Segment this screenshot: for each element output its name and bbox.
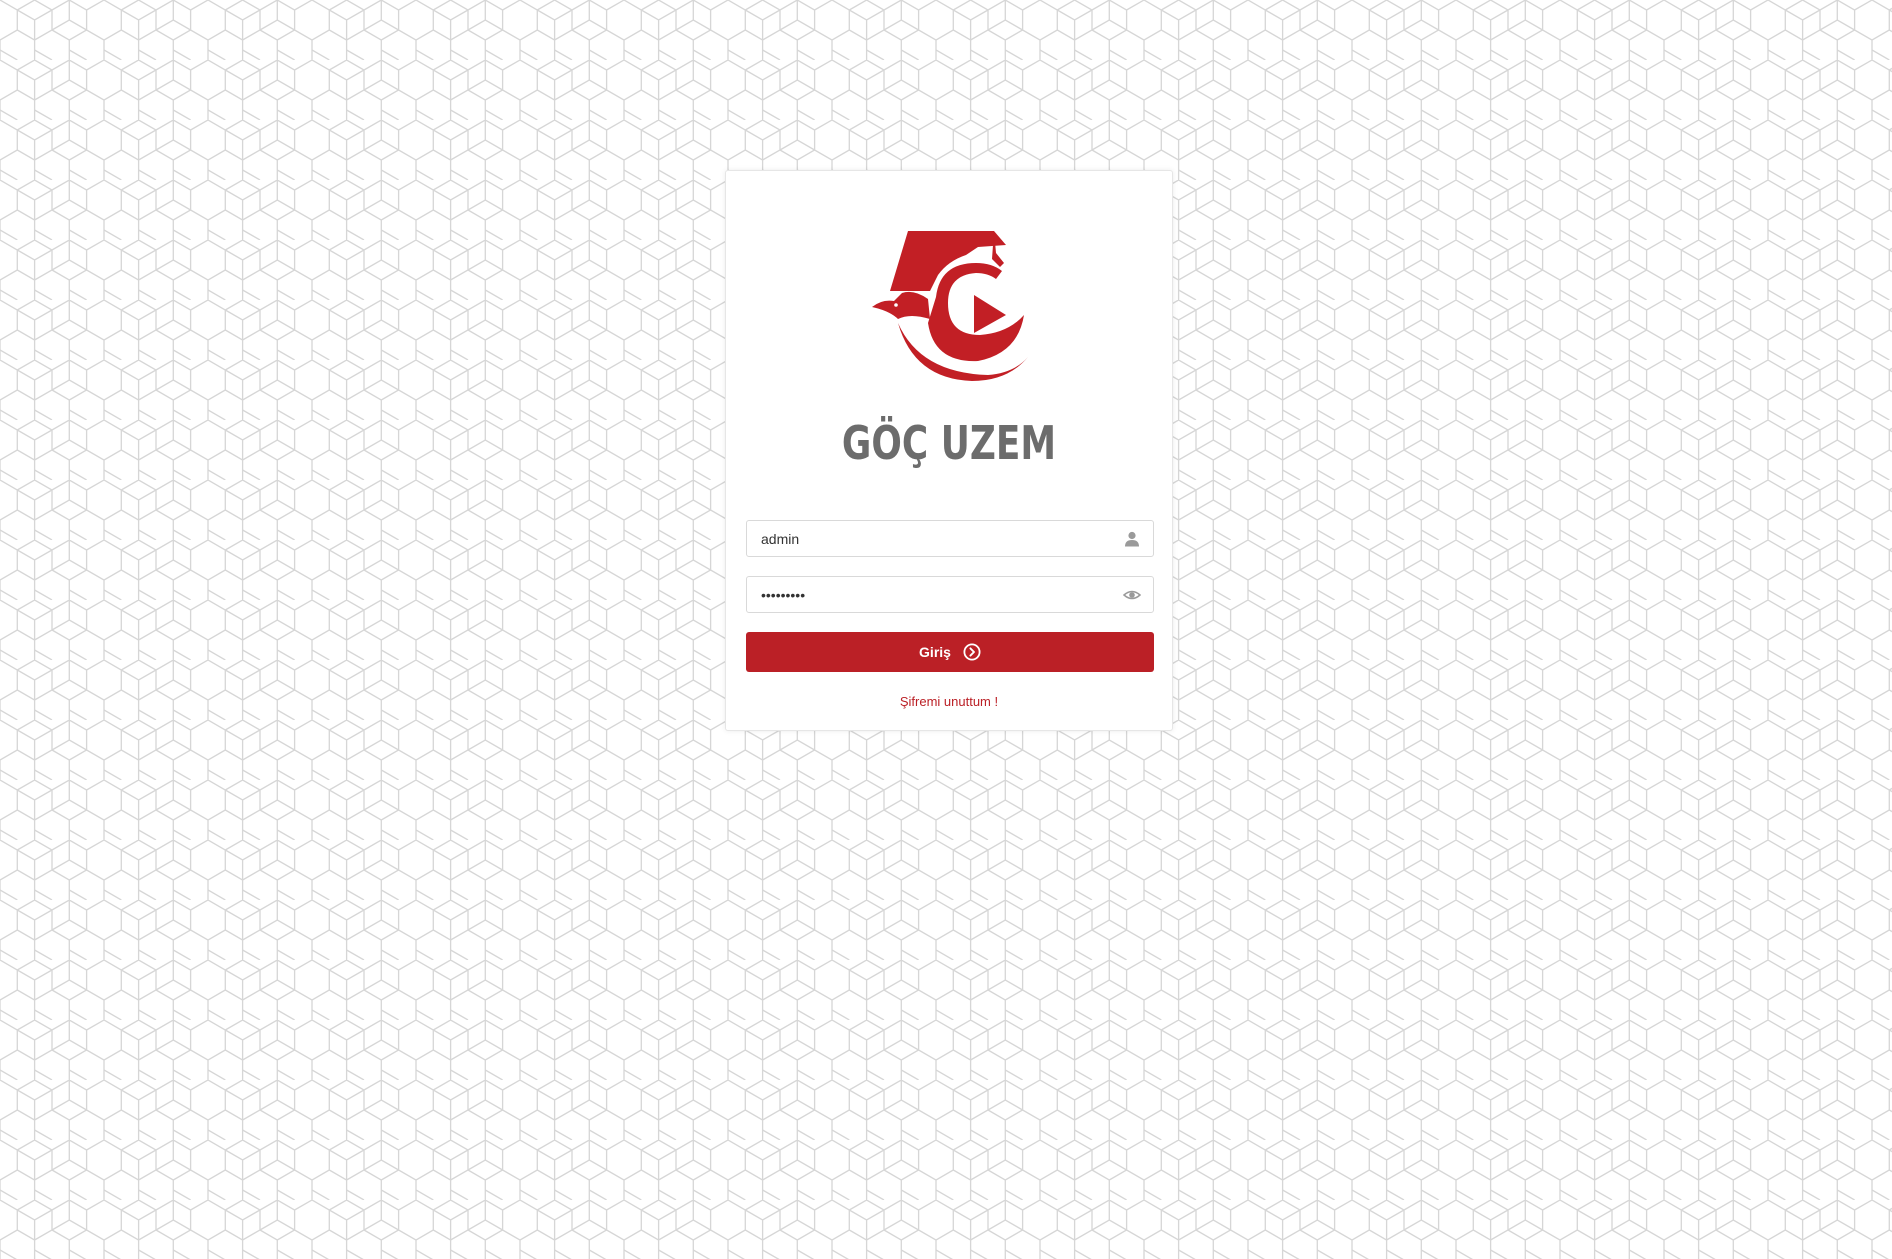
- circle-chevron-right-icon: [963, 643, 981, 661]
- password-field[interactable]: [746, 576, 1154, 613]
- eye-icon[interactable]: [1123, 587, 1141, 603]
- forgot-password-link[interactable]: Şifremi unuttum !: [726, 694, 1172, 709]
- logo-icon: [872, 231, 1028, 381]
- user-icon: [1125, 531, 1139, 547]
- username-input[interactable]: [747, 521, 1153, 556]
- brand-name: GÖÇ UZEM: [841, 416, 1057, 470]
- login-button-label: Giriş: [919, 644, 951, 660]
- password-input[interactable]: [747, 577, 1153, 612]
- username-field[interactable]: [746, 520, 1154, 557]
- login-card: GÖÇ UZEM Giriş Şifremi unuttum !: [725, 170, 1173, 731]
- login-button[interactable]: Giriş: [746, 632, 1154, 672]
